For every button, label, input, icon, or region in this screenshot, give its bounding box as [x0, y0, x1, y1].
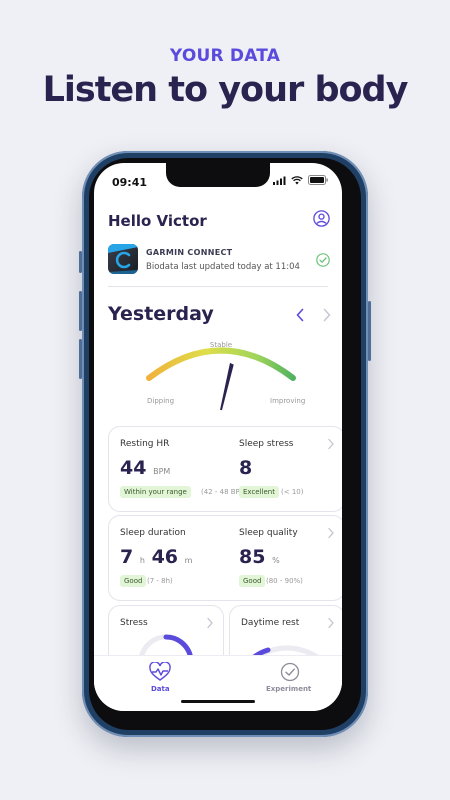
resting-hr-number: 44 — [120, 457, 147, 479]
status-time: 09:41 — [112, 176, 148, 189]
tab-data-label: Data — [151, 685, 170, 693]
chevron-right-icon — [328, 438, 334, 450]
gauge-needle — [220, 362, 234, 411]
sleep-hours-unit: h — [139, 556, 145, 565]
divider — [108, 286, 328, 287]
app-screen: 09:41 Hello Victor GARMIN CONNECT Biodat… — [94, 163, 342, 711]
resting-hr-unit: BPM — [153, 467, 171, 476]
sleep-quality-unit: % — [272, 556, 280, 565]
check-circle-icon — [316, 253, 330, 267]
home-indicator[interactable] — [181, 700, 255, 703]
phone-power-button — [368, 301, 371, 361]
check-circle-icon — [280, 662, 300, 682]
sync-updated: Biodata last updated today at 11:04 — [146, 262, 300, 272]
trend-gauge: Stable Dipping Improving — [136, 338, 306, 426]
day-title: Yesterday — [108, 303, 214, 325]
next-day-button[interactable] — [322, 307, 332, 326]
sleep-duration-range: (7 - 8h) — [147, 577, 173, 585]
sleep-minutes: 46 — [151, 546, 179, 568]
sleep-quality-badge: Good — [239, 575, 266, 587]
card-sleep[interactable]: Sleep duration 7 h 46 m Good (7 - 8h) Sl… — [108, 515, 342, 601]
battery-icon — [308, 175, 328, 185]
gauge-arc — [146, 347, 296, 381]
garmin-logo — [108, 244, 138, 274]
resting-hr-badge: Within your range — [120, 486, 191, 498]
gauge-chart: Stable Dipping Improving — [146, 341, 305, 411]
chevron-right-icon — [328, 527, 334, 539]
phone-volume-down — [79, 339, 82, 379]
sleep-hours: 7 — [120, 546, 134, 568]
gauge-label-right: Improving — [270, 397, 305, 405]
signal-icon — [273, 176, 286, 185]
gauge-label-top: Stable — [210, 341, 232, 349]
daytime-rest-label: Daytime rest — [241, 618, 300, 628]
sleep-quality-range: (80 - 90%) — [266, 577, 303, 585]
sleep-minutes-unit: m — [184, 556, 193, 565]
chevron-right-icon — [328, 617, 334, 629]
resting-hr-value: 44 BPM — [120, 457, 170, 479]
user-profile-icon — [313, 210, 330, 227]
heart-pulse-icon — [149, 661, 171, 681]
wifi-icon — [291, 175, 303, 184]
sleep-quality-number: 85 — [239, 546, 266, 568]
resting-hr-label: Resting HR — [120, 439, 170, 449]
tab-experiment[interactable]: Experiment — [266, 662, 311, 693]
sleep-duration-label: Sleep duration — [120, 528, 186, 538]
phone-mute-switch — [79, 251, 82, 273]
chevron-right-icon — [207, 617, 213, 629]
previous-day-button[interactable] — [295, 307, 305, 326]
stress-label: Stress — [120, 618, 148, 628]
marketing-headline: Listen to your body — [42, 70, 409, 110]
marketing-kicker: YOUR DATA — [169, 46, 281, 66]
sleep-stress-badge: Excellent — [239, 486, 279, 498]
notch — [166, 163, 270, 187]
tab-experiment-label: Experiment — [266, 685, 312, 693]
chevron-left-icon — [296, 308, 304, 322]
phone-frame: 09:41 Hello Victor GARMIN CONNECT Biodat… — [79, 151, 371, 737]
sleep-stress-label: Sleep stress — [239, 439, 294, 449]
sleep-duration-badge: Good — [120, 575, 147, 587]
sleep-stress-range: (< 10) — [281, 488, 304, 496]
card-hr-stress[interactable]: Resting HR 44 BPM Within your range (42 … — [108, 426, 342, 512]
garmin-connect-icon — [108, 244, 138, 274]
profile-button[interactable] — [313, 210, 330, 231]
phone-volume-up — [79, 291, 82, 331]
gauge-label-left: Dipping — [147, 397, 174, 405]
sync-source: GARMIN CONNECT — [146, 248, 233, 257]
status-icons — [273, 175, 328, 185]
sleep-duration-value: 7 h 46 m — [120, 546, 192, 568]
sync-status — [316, 252, 330, 271]
chevron-right-icon — [323, 308, 331, 322]
greeting: Hello Victor — [108, 212, 207, 230]
sleep-quality-value: 85 % — [239, 546, 280, 568]
sleep-stress-value: 8 — [239, 457, 253, 479]
sleep-quality-label: Sleep quality — [239, 528, 298, 538]
tab-bar: Data Experiment — [94, 655, 342, 711]
tab-data[interactable]: Data — [149, 661, 171, 693]
